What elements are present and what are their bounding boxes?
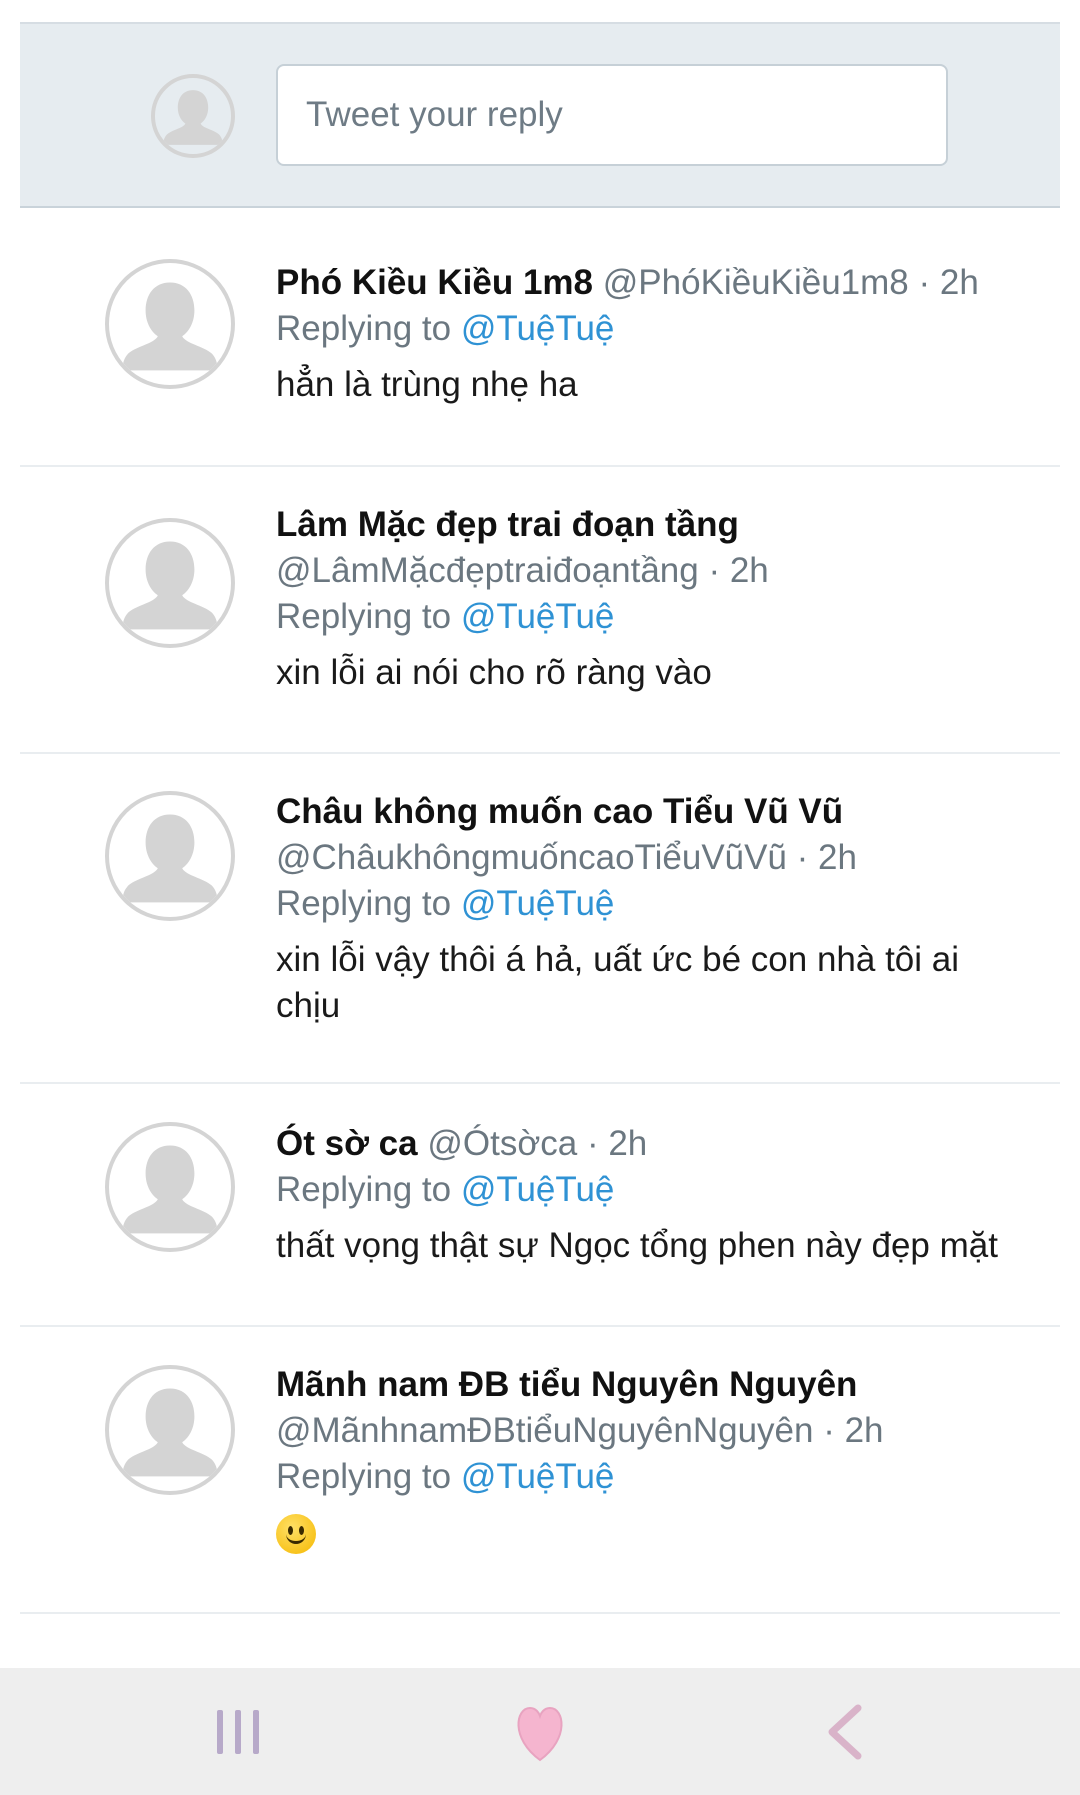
tweet-header: Phó Kiều Kiều 1m8 @PhóKiềuKiều1m8 · 2h [276, 260, 1066, 306]
replying-label: Replying to [276, 884, 461, 923]
default-avatar-icon[interactable] [105, 791, 235, 921]
mention-link[interactable]: @TuệTuệ [461, 309, 615, 348]
display-name[interactable]: Ót sờ ca [276, 1124, 418, 1163]
tweet-text: xin lỗi ai nói cho rõ ràng vào [276, 653, 712, 692]
replying-label: Replying to [276, 1170, 461, 1209]
home-button[interactable] [480, 1668, 600, 1795]
replying-to-line: Replying to @TuệTuệ [276, 1167, 1066, 1213]
tweet-text: hẳn là trùng nhẹ ha [276, 365, 578, 404]
handle-and-time: @MãnhnamĐBtiểuNguyênNguyên · 2h [276, 1411, 884, 1450]
display-name[interactable]: Phó Kiều Kiều 1m8 [276, 263, 593, 302]
back-button[interactable] [782, 1668, 902, 1795]
handle-and-time: @Ótsờca · 2h [427, 1124, 648, 1163]
recent-apps-button[interactable] [178, 1668, 298, 1795]
mention-link[interactable]: @TuệTuệ [461, 884, 615, 923]
default-avatar-icon[interactable] [105, 259, 235, 389]
tweet-text-line: xin lỗi vậy thôi á hả, uất ức bé con nhà… [276, 940, 960, 979]
slightly-smiling-face-icon [276, 1514, 316, 1554]
handle-and-time: @ChâukhôngmuốncaoTiểuVũVũ · 2h [276, 838, 857, 877]
replying-label: Replying to [276, 1457, 461, 1496]
reply-tweet[interactable]: Phó Kiều Kiều 1m8 @PhóKiềuKiều1m8 · 2h R… [20, 208, 1060, 467]
handle-and-time: @PhóKiềuKiều1m8 · 2h [602, 263, 979, 302]
default-avatar-icon[interactable] [105, 1122, 235, 1252]
reply-composer: Tweet your reply [20, 22, 1060, 208]
twitter-replies-screen: Tweet your reply Phó Kiều Kiều 1m8 @PhóK… [0, 0, 1080, 1795]
recent-apps-icon [217, 1710, 259, 1754]
reply-tweet[interactable]: Ót sờ ca @Ótsờca · 2h Replying to @TuệTu… [20, 1084, 1060, 1327]
mention-link[interactable]: @TuệTuệ [461, 597, 615, 636]
replying-to-line: Replying to @TuệTuệ [276, 306, 1066, 352]
display-name[interactable]: Lâm Mặc đẹp trai đoạn tầng [276, 502, 1066, 548]
display-name[interactable]: Châu không muốn cao Tiểu Vũ Vũ [276, 789, 1066, 835]
replying-to-line: Replying to @TuệTuệ [276, 1454, 1066, 1500]
back-icon [828, 1704, 862, 1760]
handle-and-time: @LâmMặcđẹptraiđoạntầng · 2h [276, 551, 769, 590]
heart-icon [517, 1706, 563, 1762]
replying-label: Replying to [276, 597, 461, 636]
mention-link[interactable]: @TuệTuệ [461, 1457, 615, 1496]
system-navigation-bar [0, 1668, 1080, 1795]
tweet-text: thất vọng thật sự Ngọc tổng phen này đẹp… [276, 1226, 998, 1265]
tweet-text [276, 1514, 1066, 1554]
tweet-text-line: chịu [276, 986, 341, 1025]
default-avatar-icon[interactable] [105, 518, 235, 648]
tweet-header: Ót sờ ca @Ótsờca · 2h [276, 1121, 1066, 1167]
mention-link[interactable]: @TuệTuệ [461, 1170, 615, 1209]
replying-to-line: Replying to @TuệTuệ [276, 881, 1066, 927]
reply-tweet[interactable]: Mãnh nam ĐB tiểu Nguyên Nguyên @MãnhnamĐ… [20, 1327, 1060, 1614]
default-avatar-icon [151, 74, 235, 158]
reply-tweet[interactable]: Lâm Mặc đẹp trai đoạn tầng @LâmMặcđẹptra… [20, 467, 1060, 754]
reply-input[interactable]: Tweet your reply [276, 64, 948, 166]
default-avatar-icon[interactable] [105, 1365, 235, 1495]
replying-to-line: Replying to @TuệTuệ [276, 594, 1066, 640]
replying-label: Replying to [276, 309, 461, 348]
reply-tweet[interactable]: Châu không muốn cao Tiểu Vũ Vũ @Châukhôn… [20, 754, 1060, 1084]
display-name[interactable]: Mãnh nam ĐB tiểu Nguyên Nguyên [276, 1362, 1066, 1408]
